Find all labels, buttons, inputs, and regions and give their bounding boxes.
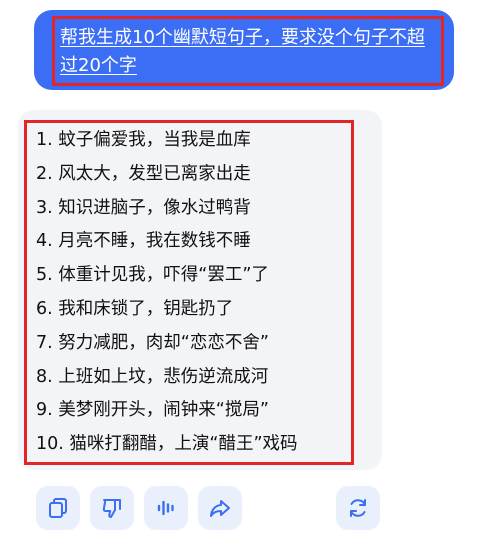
user-message-bubble: 帮我生成10个幽默短句子，要求没个句子不超过20个字 [34,10,454,90]
reply-item: 5. 体重计见我，吓得“罢工”了 [36,265,269,286]
regenerate-button[interactable] [336,486,380,530]
reply-item: 1. 蚊子偏爱我，当我是血库 [36,130,251,150]
user-message-text: 帮我生成10个幽默短句子，要求没个句子不超过20个字 [60,27,425,76]
share-icon [210,500,230,517]
reply-item: 10. 猫咪打翻醋，上演“醋王”戏码 [36,434,298,455]
refresh-icon [350,499,366,517]
thumbs-down-icon [102,499,121,518]
copy-icon [49,498,67,518]
reply-item: 8. 上班如上坟，悲伤逆流成河 [36,366,269,387]
voice-icon [157,500,174,516]
reply-actions [36,486,380,532]
reply-list: 1. 蚊子偏爱我，当我是血库 2. 风太大，发型已离家出走 3. 知识进脑子，像… [36,124,298,462]
voice-button[interactable] [144,486,188,530]
reply-item: 6. 我和床锁了，钥匙扔了 [36,298,234,319]
share-button[interactable] [198,486,242,530]
copy-button[interactable] [36,486,80,530]
reply-item: 2. 风太大，发型已离家出走 [36,163,251,184]
reply-item: 3. 知识进脑子，像水过鸭背 [36,197,251,218]
reply-item: 7. 努力减肥，肉却“恋恋不舍” [36,332,269,353]
thumbs-down-button[interactable] [90,486,134,530]
reply-item: 9. 美梦刚开头，闹钟来“搅局” [36,400,269,421]
reply-item: 4. 月亮不睡，我在数钱不睡 [36,231,251,252]
